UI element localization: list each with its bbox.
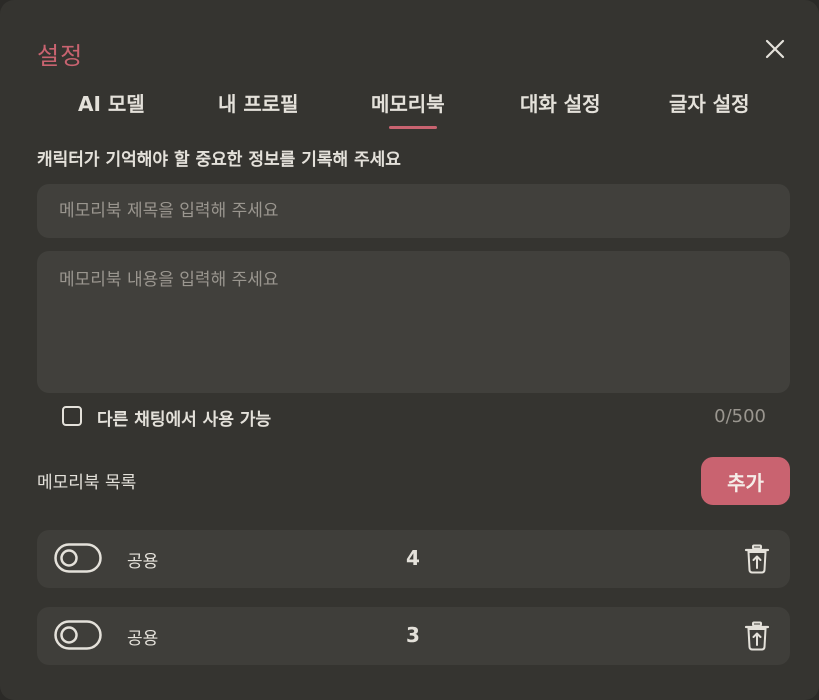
memorybook-content-input[interactable] [37,251,790,393]
tab-ai-model[interactable]: AI 모델 [78,88,145,117]
tab-chat-settings[interactable]: 대화 설정 [520,88,601,117]
share-checkbox[interactable] [62,406,82,426]
trash-icon [744,544,770,574]
settings-dialog: 설정 AI 모델 내 프로필 메모리북 대화 설정 글자 설정 캐릭터가 기억해… [0,0,819,700]
add-button[interactable]: 추가 [701,457,790,505]
dialog-title: 설정 [37,42,84,70]
active-tab-indicator [389,126,437,129]
item-scope: 공용 [127,629,159,649]
char-counter: 0/500 [714,406,766,427]
item-count: 4 [406,546,420,570]
list-item: 공용 4 [37,530,790,588]
delete-button[interactable] [744,544,770,574]
list-item: 공용 3 [37,607,790,665]
trash-icon [744,621,770,651]
memorybook-title-input[interactable] [37,184,790,238]
tab-my-profile[interactable]: 내 프로필 [218,88,299,117]
item-scope: 공용 [127,552,159,572]
close-icon [765,39,785,59]
close-button[interactable] [762,36,788,62]
toggle-switch[interactable] [54,620,102,650]
share-checkbox-label: 다른 채팅에서 사용 가능 [97,410,272,430]
delete-button[interactable] [744,621,770,651]
memorybook-description: 캐릭터가 기억해야 할 중요한 정보를 기록해 주세요 [37,150,401,170]
memorybook-list-heading: 메모리북 목록 [37,473,137,493]
tab-memorybook[interactable]: 메모리북 [371,88,445,117]
settings-tabs: AI 모델 내 프로필 메모리북 대화 설정 글자 설정 [40,82,800,132]
toggle-off-icon [54,620,102,650]
tab-font-settings[interactable]: 글자 설정 [669,88,750,117]
toggle-off-icon [54,543,102,573]
item-count: 3 [406,623,420,647]
toggle-switch[interactable] [54,543,102,573]
